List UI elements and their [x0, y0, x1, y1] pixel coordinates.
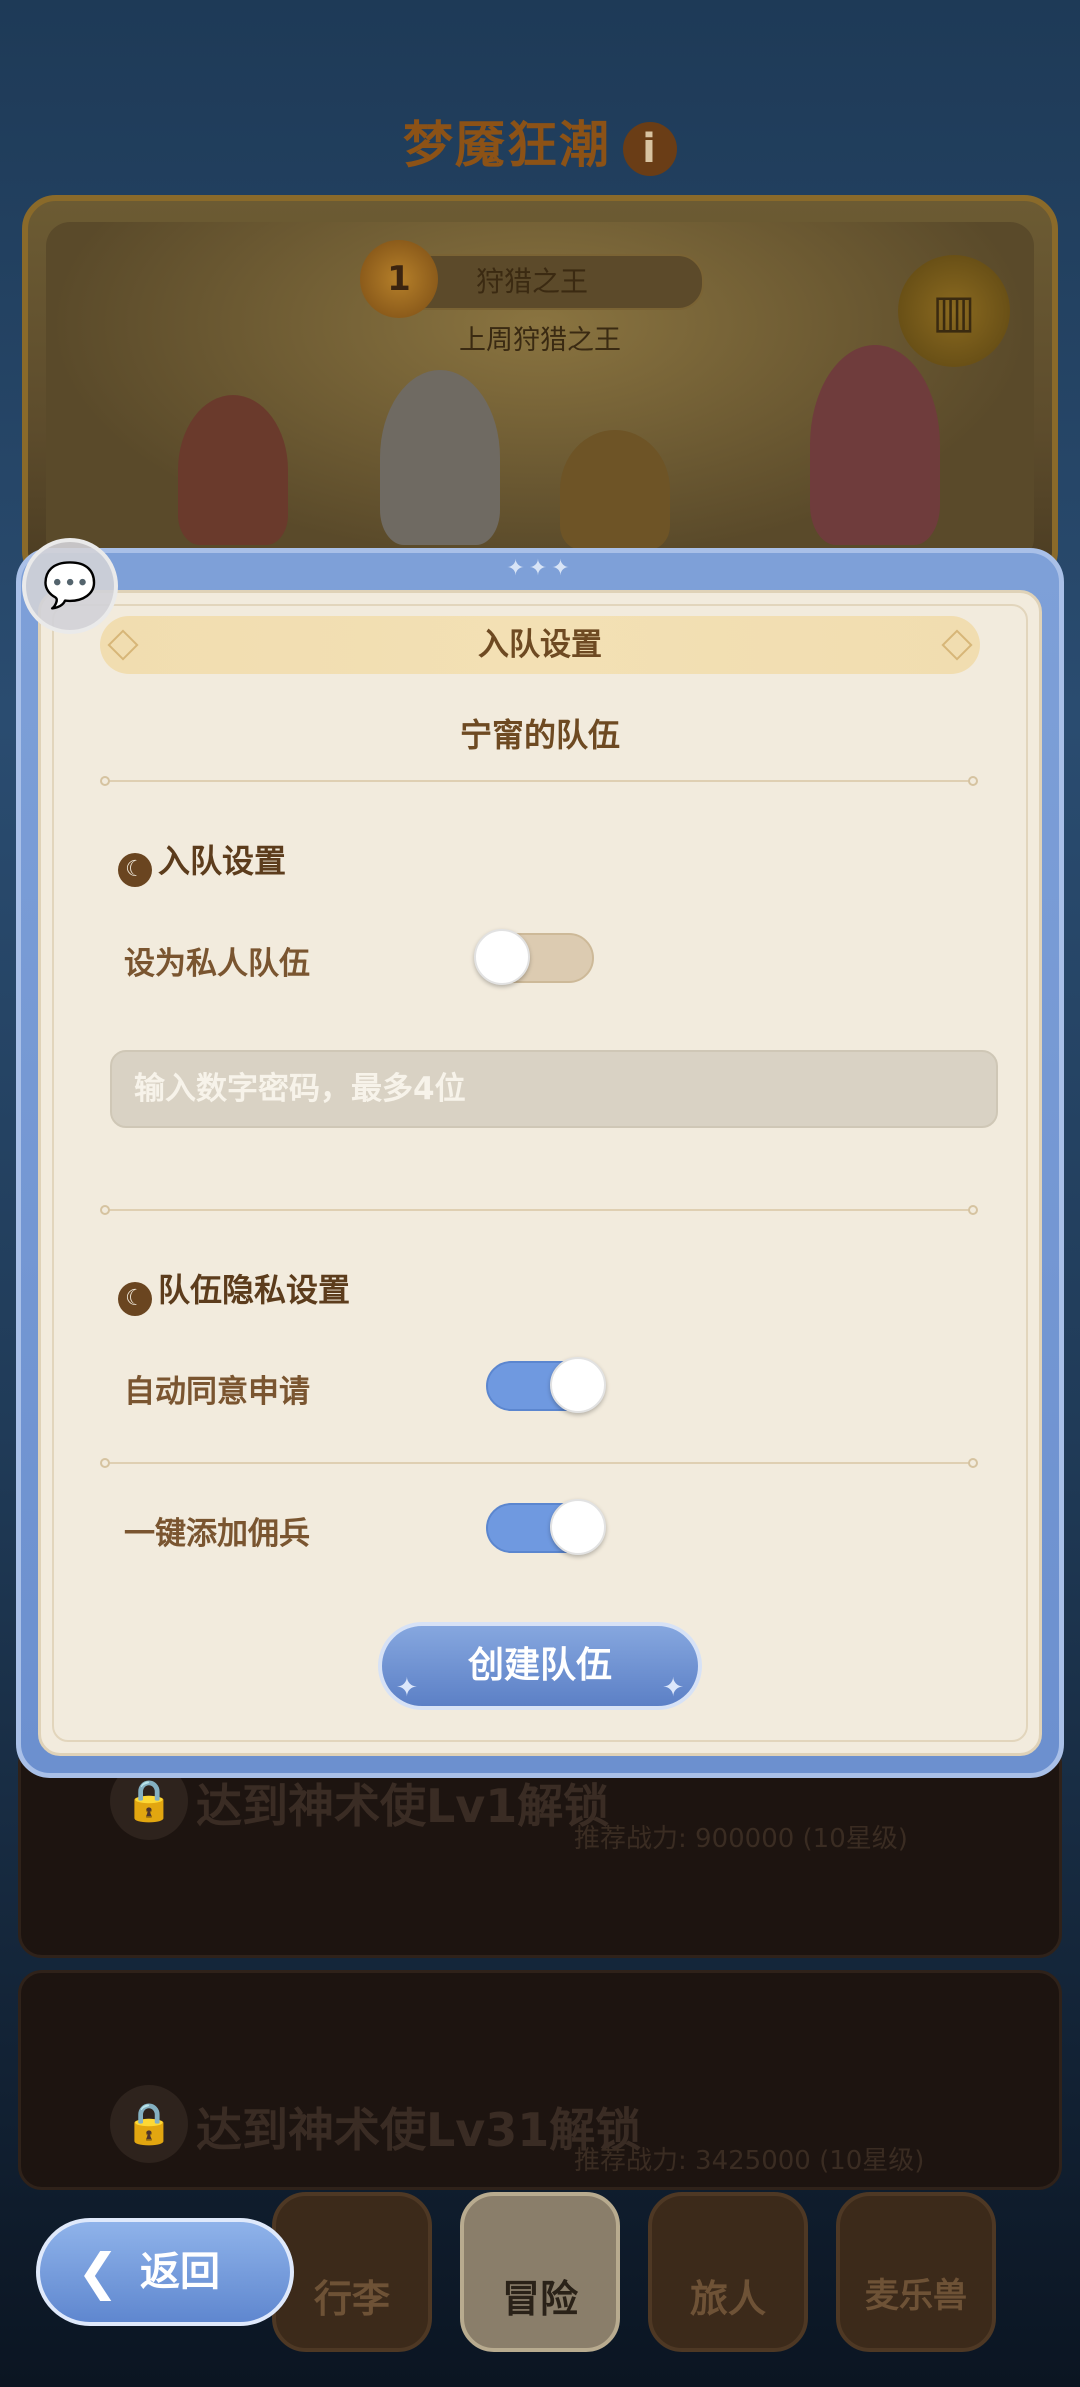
sparkle-icon: ✦ — [396, 1673, 418, 1703]
join-settings-heading: ☾ 入队设置 — [118, 836, 286, 887]
divider-end — [100, 1205, 110, 1215]
event-title: 梦魇狂潮 i — [0, 105, 1080, 177]
sparkle-icon: ✦ — [662, 1673, 684, 1703]
moon-icon: ☾ — [118, 853, 152, 887]
chat-icon[interactable]: 💬 — [22, 538, 118, 634]
back-arrow-icon: ❮ — [77, 2243, 119, 2301]
private-team-label: 设为私人队伍 — [124, 946, 310, 982]
dialog-title: 入队设置 — [100, 616, 980, 674]
dialog-panel-border — [52, 604, 1028, 1742]
create-team-button[interactable]: ✦ 创建队伍 ✦ — [378, 1622, 702, 1710]
toggle-knob — [474, 929, 530, 985]
toggle-knob — [550, 1499, 606, 1555]
divider-end — [968, 776, 978, 786]
tab-pets[interactable]: 麦乐兽 — [836, 2192, 996, 2352]
info-icon[interactable]: i — [623, 121, 677, 176]
character-3 — [560, 430, 670, 550]
character-4 — [810, 345, 940, 545]
tab-adventure[interactable]: 冒险 — [460, 2192, 620, 2352]
tab-luggage[interactable]: 行李 — [272, 2192, 432, 2352]
add-mercenary-label: 一键添加佣兵 — [124, 1516, 310, 1552]
rank-medal-icon: 1 — [360, 240, 438, 318]
password-input[interactable]: 输入数字密码，最多4位 — [110, 1050, 998, 1128]
team-name: 宁甯的队伍 — [459, 716, 620, 754]
lock-icon: 🔒 — [110, 2085, 188, 2163]
locked-stage-label-1: 达到神术使Lv1解锁 — [196, 1779, 610, 1833]
divider-end — [968, 1205, 978, 1215]
tab-travelers[interactable]: 旅人 — [648, 2192, 808, 2352]
auto-accept-toggle[interactable] — [486, 1357, 606, 1413]
toggle-knob — [550, 1357, 606, 1413]
character-1 — [178, 395, 288, 545]
divider-end — [100, 1458, 110, 1468]
private-team-toggle[interactable] — [474, 929, 594, 985]
back-button[interactable]: ❮ 返回 — [36, 2218, 294, 2326]
locked-stage-sub-2: 推荐战力: 3425000 (10星级) — [574, 2146, 925, 2176]
auto-accept-label: 自动同意申请 — [124, 1374, 310, 1410]
divider-end — [968, 1458, 978, 1468]
divider-end — [100, 776, 110, 786]
ornament-icon: ✦✦✦ — [506, 556, 574, 581]
character-2 — [380, 370, 500, 545]
moon-icon: ☾ — [118, 1282, 152, 1316]
locked-stage-sub-1: 推荐战力: 900000 (10星级) — [574, 1824, 908, 1854]
podium-icon[interactable]: ▥ — [898, 255, 1010, 367]
privacy-settings-heading: ☾ 队伍隐私设置 — [118, 1265, 350, 1316]
divider — [106, 780, 974, 782]
add-mercenary-toggle[interactable] — [486, 1499, 606, 1555]
divider — [106, 1209, 974, 1211]
divider — [106, 1462, 974, 1464]
